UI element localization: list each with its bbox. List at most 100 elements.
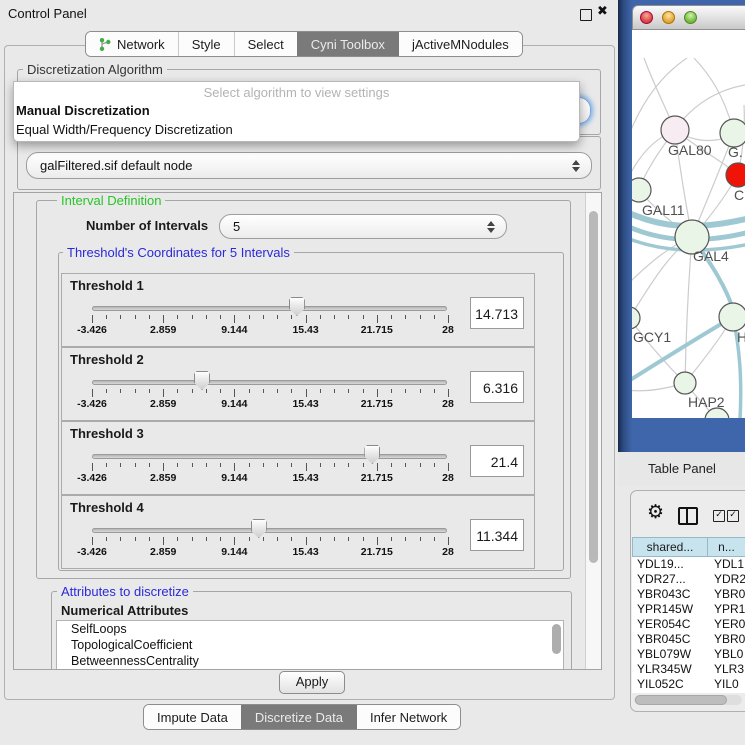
threshold-slider-handle[interactable] <box>364 445 380 464</box>
table-panel-container: ⚙ ✓ ✓ shared...n... YDL19...YDL1YDR27...… <box>630 490 745 712</box>
network-node-label: G. <box>728 144 743 160</box>
table-row[interactable]: YDL19...YDL1 <box>632 557 745 572</box>
table-row[interactable]: YBL079WYBL0 <box>632 647 745 662</box>
table-cell: YBL079W <box>632 647 708 662</box>
checkbox-icon[interactable]: ✓ <box>713 510 725 522</box>
number-of-intervals-value: 5 <box>233 219 240 234</box>
threshold-slider-handle[interactable] <box>194 371 210 390</box>
threshold-label: Threshold 4 <box>70 500 144 515</box>
close-window-icon[interactable] <box>640 11 653 24</box>
attributes-list-scrollbar[interactable] <box>552 624 561 654</box>
network-node[interactable] <box>632 178 651 202</box>
network-graph: GAL80G.CGAL11GAL4GCY1HHAP2 <box>632 30 745 418</box>
minimize-window-icon[interactable] <box>662 11 675 24</box>
numerical-attributes-list: SelfLoopsTopologicalCoefficientBetweenne… <box>56 620 564 670</box>
table-cell: YDL19... <box>632 557 708 572</box>
tab-select[interactable]: Select <box>234 32 297 56</box>
table-row[interactable]: YLR345WYLR3 <box>632 662 745 677</box>
dropdown-option[interactable]: Manual Discretization <box>14 102 579 121</box>
slider-tick-labels: -3.4262.8599.14415.4321.71528 <box>92 546 448 558</box>
checkbox-icon[interactable]: ✓ <box>727 510 739 522</box>
table-header-row: shared...n... <box>632 537 745 557</box>
threshold-value-field[interactable]: 21.4 <box>470 445 524 477</box>
apply-button[interactable]: Apply <box>279 671 345 694</box>
network-node[interactable] <box>719 303 745 331</box>
scrollbar-thumb[interactable] <box>589 211 598 563</box>
threshold-value-field[interactable]: 14.713 <box>470 297 524 329</box>
mode-tab-infer-network[interactable]: Infer Network <box>356 705 460 729</box>
dropdown-option[interactable]: Equal Width/Frequency Discretization <box>14 121 579 140</box>
network-node-label: H <box>737 329 745 345</box>
table-data-combobox[interactable]: galFiltered.sif default node <box>26 152 592 179</box>
tab-jactivemnodules[interactable]: jActiveMNodules <box>398 32 522 56</box>
table-cell: YPR145W <box>632 602 708 617</box>
table-row[interactable]: YBR045CYBR0 <box>632 632 745 647</box>
attribute-list-item[interactable]: BetweennessCentrality <box>57 653 563 669</box>
split-columns-icon[interactable] <box>678 507 698 525</box>
threshold-value-field[interactable]: 6.316 <box>470 371 524 403</box>
table-cell: YIL0 <box>708 677 745 692</box>
zoom-window-icon[interactable] <box>684 11 697 24</box>
network-node[interactable] <box>674 372 696 394</box>
float-panel-icon[interactable] <box>580 9 592 21</box>
tab-style[interactable]: Style <box>178 32 234 56</box>
tab-label: Cyni Toolbox <box>311 37 385 52</box>
table-cell: YBR0 <box>708 587 745 602</box>
threshold-slider-track[interactable] <box>92 306 447 311</box>
network-icon <box>99 37 111 52</box>
threshold-label: Threshold 2 <box>70 352 144 367</box>
settings-vertical-scrollbar[interactable] <box>585 193 601 669</box>
threshold-row: Threshold 3 -3.4262.8599.14415.4321.7152… <box>61 421 535 495</box>
table-data-selected: galFiltered.sif default node <box>40 158 192 173</box>
attributes-group-label: Attributes to discretize <box>57 584 193 599</box>
network-node-label: C <box>734 187 744 203</box>
table-cell: YLR3 <box>708 662 745 677</box>
table-horizontal-scrollbar[interactable] <box>634 695 742 705</box>
mode-tab-discretize-data[interactable]: Discretize Data <box>241 705 356 729</box>
threshold-slider-handle[interactable] <box>289 297 305 316</box>
threshold-value-field[interactable]: 11.344 <box>470 519 524 551</box>
threshold-label: Threshold 3 <box>70 426 144 441</box>
table-row[interactable]: YDR27...YDR2 <box>632 572 745 587</box>
tab-label: Infer Network <box>370 710 447 725</box>
network-node[interactable] <box>661 116 689 144</box>
control-panel-tabs: Network Style Select Cyni Toolbox jActiveMNo… <box>85 31 523 57</box>
column-header[interactable]: n... <box>708 537 745 557</box>
tab-label: Style <box>192 37 221 52</box>
network-node-label: GAL11 <box>642 202 685 218</box>
network-view-canvas[interactable]: GAL80G.CGAL11GAL4GCY1HHAP2 <box>632 30 745 418</box>
tab-cyni-toolbox[interactable]: Cyni Toolbox <box>297 32 398 56</box>
table-cell: YBR0 <box>708 632 745 647</box>
slider-tick-labels: -3.4262.8599.14415.4321.71528 <box>92 398 448 410</box>
table-cell: YPR1 <box>708 602 745 617</box>
tab-label: Impute Data <box>157 710 228 725</box>
threshold-slider-track[interactable] <box>92 454 447 459</box>
network-node[interactable] <box>632 307 640 329</box>
table-row[interactable]: YPR145WYPR1 <box>632 602 745 617</box>
table-row[interactable]: YER054CYER0 <box>632 617 745 632</box>
number-of-intervals-label: Number of Intervals <box>86 218 208 233</box>
table-row[interactable]: YIL052CYIL0 <box>632 677 745 692</box>
threshold-row: Threshold 4 -3.4262.8599.14415.4321.7152… <box>61 495 535 569</box>
threshold-slider-track[interactable] <box>92 380 447 385</box>
column-header[interactable]: shared... <box>632 537 708 557</box>
threshold-row: Threshold 2 -3.4262.8599.14415.4321.7152… <box>61 347 535 421</box>
threshold-slider-handle[interactable] <box>251 519 267 538</box>
numerical-attributes-label: Numerical Attributes <box>61 603 188 618</box>
attribute-list-item[interactable]: TopologicalCoefficient <box>57 637 563 653</box>
threshold-slider-track[interactable] <box>92 528 447 533</box>
number-of-intervals-spinner[interactable]: 5 <box>219 214 507 239</box>
mode-tab-impute-data[interactable]: Impute Data <box>144 705 241 729</box>
network-node[interactable] <box>726 163 745 187</box>
attribute-list-item[interactable]: SelfLoops <box>57 621 563 637</box>
table-row[interactable]: YBR043CYBR0 <box>632 587 745 602</box>
gear-icon[interactable]: ⚙ <box>647 503 664 522</box>
thresholds-group-label: Threshold's Coordinates for 5 Intervals <box>63 245 294 260</box>
network-node-label: GCY1 <box>633 329 671 345</box>
close-panel-icon[interactable]: ✖ <box>597 4 608 19</box>
table-cell: YDR2 <box>708 572 745 587</box>
scrollbar-thumb[interactable] <box>635 695 727 705</box>
tab-network[interactable]: Network <box>86 32 178 56</box>
network-node[interactable] <box>720 119 745 147</box>
threshold-row: Threshold 1 -3.4262.8599.14415.4321.7152… <box>61 273 535 347</box>
